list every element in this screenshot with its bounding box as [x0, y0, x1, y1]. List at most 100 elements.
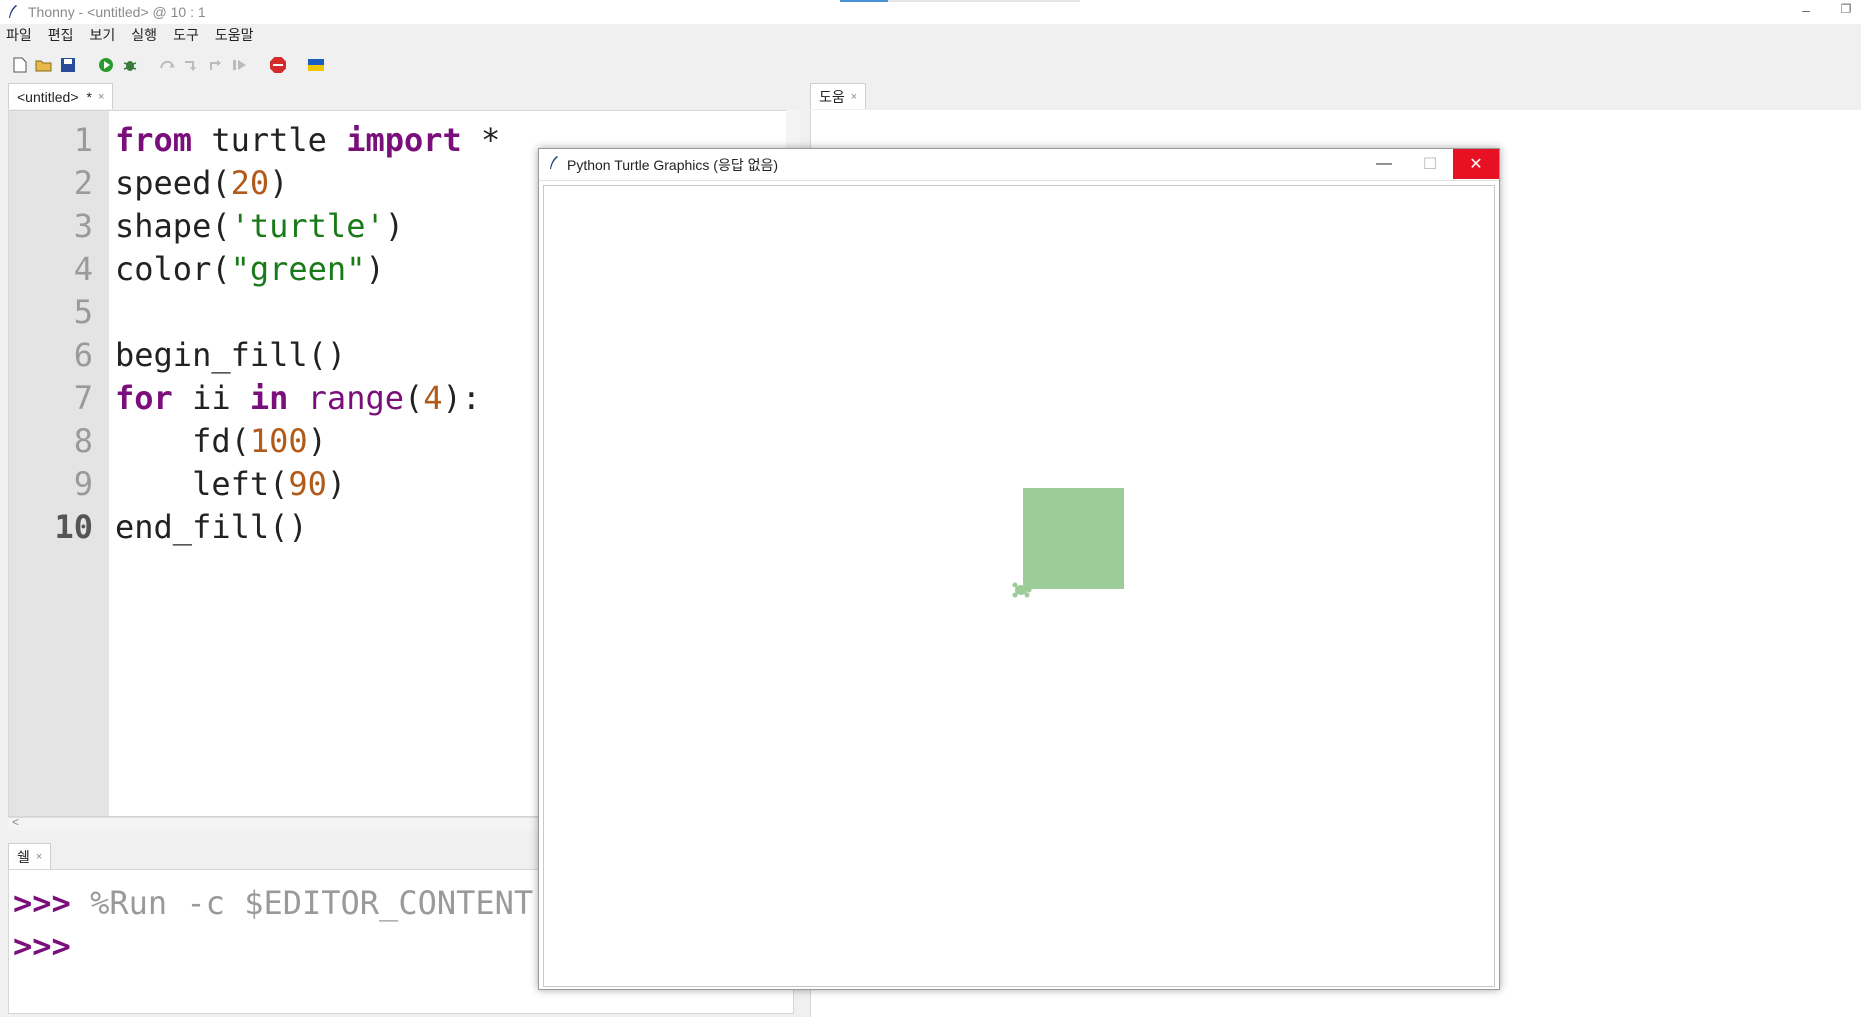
code-token: 90: [288, 465, 327, 503]
code-token: range: [307, 379, 404, 417]
tab-untitled-label: <untitled>: [17, 88, 79, 105]
code-token: 4: [423, 379, 443, 417]
turtle-minimize-button[interactable]: —: [1361, 149, 1407, 179]
code-line-9: left(90): [115, 463, 346, 506]
line-number: 9: [73, 465, 93, 503]
editor-tab-strip: <untitled> * ×: [8, 83, 114, 109]
debug-bug-icon[interactable]: [120, 55, 140, 75]
shell-tab-strip: 쉘 ×: [8, 843, 52, 869]
line-number: 2: [73, 164, 93, 202]
save-icon[interactable]: [58, 55, 78, 75]
menu-tools[interactable]: 도구: [173, 25, 199, 45]
menu-help[interactable]: 도움말: [215, 25, 254, 45]
line-number: 7: [73, 379, 93, 417]
code-token: "green": [230, 250, 366, 288]
turtle-close-button[interactable]: ✕: [1453, 149, 1499, 179]
code-token: turtle: [192, 121, 347, 159]
code-line-3: shape('turtle'): [115, 205, 404, 248]
code-token: left(: [115, 465, 289, 503]
shell-tab-close-icon[interactable]: ×: [36, 851, 42, 863]
help-tab-strip: 도움 ×: [810, 83, 867, 109]
new-file-icon[interactable]: [10, 55, 30, 75]
minimize-button[interactable]: –: [1796, 2, 1816, 20]
code-token: ): [307, 422, 327, 460]
thonny-feather-icon: [6, 5, 20, 19]
code-token: fd(: [115, 422, 250, 460]
step-out-icon[interactable]: [206, 55, 226, 75]
tab-shell[interactable]: 쉘 ×: [8, 843, 52, 869]
tab-modified-marker: *: [86, 88, 92, 105]
code-token: 100: [249, 422, 308, 460]
open-folder-icon[interactable]: [34, 55, 54, 75]
filled-square: [1023, 488, 1124, 589]
code-token: ):: [442, 379, 482, 417]
menu-run[interactable]: 실행: [131, 25, 157, 45]
code-line-7: for ii in range(4):: [115, 377, 481, 420]
step-into-icon[interactable]: [182, 55, 202, 75]
turtle-graphics-window: Python Turtle Graphics (응답 없음) — ☐ ✕: [538, 148, 1500, 990]
window-titlebar: Thonny - <untitled> @ 10 : 1 – ❐: [0, 0, 1861, 24]
turtle-window-titlebar: Python Turtle Graphics (응답 없음): [539, 149, 1499, 181]
menu-file[interactable]: 파일: [6, 25, 32, 45]
menu-view[interactable]: 보기: [90, 25, 116, 45]
code-token: import: [346, 121, 462, 159]
stop-icon[interactable]: [268, 55, 288, 75]
menu-edit[interactable]: 편집: [48, 25, 74, 45]
shell-line-run: >>> %Run -c $EDITOR_CONTENT: [13, 882, 533, 925]
turtle-feather-icon: [549, 155, 559, 174]
shell-prompt: >>>: [13, 884, 71, 922]
shell-prompt: >>>: [13, 927, 71, 965]
code-token: (: [403, 379, 424, 417]
code-token: color(: [115, 250, 231, 288]
window-title: Thonny - <untitled> @ 10 : 1: [28, 4, 206, 20]
turtle-window-title: Python Turtle Graphics (응답 없음): [567, 156, 779, 173]
tab-shell-label: 쉘: [17, 848, 30, 865]
code-token: ): [269, 164, 289, 202]
line-number-gutter: 1 2 3 4 5 6 7 8 9 10: [9, 111, 109, 816]
code-token: for: [115, 379, 173, 417]
line-number-current: 10: [54, 508, 93, 546]
code-line-1: from turtle import *: [115, 119, 500, 162]
code-token: shape(: [115, 207, 231, 245]
code-token: ): [326, 465, 347, 503]
resume-icon[interactable]: [230, 55, 250, 75]
line-number: 6: [73, 336, 93, 374]
restore-button[interactable]: ❐: [1836, 2, 1856, 20]
code-token: 'turtle': [230, 207, 385, 245]
turtle-canvas[interactable]: [543, 185, 1495, 987]
line-number: 3: [73, 207, 93, 245]
ukraine-flag-icon[interactable]: [306, 55, 326, 75]
code-token: speed(: [115, 164, 231, 202]
code-line-10: end_fill(): [115, 506, 308, 549]
turtle-maximize-button[interactable]: ☐: [1407, 149, 1453, 179]
code-token: ii: [172, 379, 250, 417]
toolbar: [0, 50, 1861, 80]
code-token: *: [461, 121, 501, 159]
tab-help-label: 도움: [819, 88, 845, 105]
turtle-cursor-icon: [1012, 582, 1032, 598]
tab-help[interactable]: 도움 ×: [810, 83, 867, 109]
code-token: end_fill(): [115, 508, 308, 546]
menu-bar: 파일 편집 보기 실행 도구 도움말: [0, 24, 1861, 46]
shell-command: %Run -c $EDITOR_CONTENT: [70, 884, 534, 922]
code-token: ): [384, 207, 404, 245]
code-line-6: begin_fill(): [115, 334, 346, 377]
line-number: 8: [73, 422, 93, 460]
tab-untitled[interactable]: <untitled> * ×: [8, 83, 114, 109]
code-token: ): [365, 250, 385, 288]
code-token: from: [115, 121, 193, 159]
line-number: 1: [73, 121, 93, 159]
line-number: 4: [73, 250, 93, 288]
title-progress-indicator: [840, 0, 1080, 2]
code-token: in: [249, 379, 289, 417]
code-line-8: fd(100): [115, 420, 327, 463]
line-number: 5: [73, 293, 93, 331]
code-token: begin_fill(): [115, 336, 347, 374]
help-tab-close-icon[interactable]: ×: [851, 91, 857, 103]
run-icon[interactable]: [96, 55, 116, 75]
scroll-left-arrow-icon[interactable]: <: [12, 815, 19, 829]
step-over-icon[interactable]: [158, 55, 178, 75]
tab-close-icon[interactable]: ×: [98, 91, 104, 103]
code-line-4: color("green"): [115, 248, 385, 291]
